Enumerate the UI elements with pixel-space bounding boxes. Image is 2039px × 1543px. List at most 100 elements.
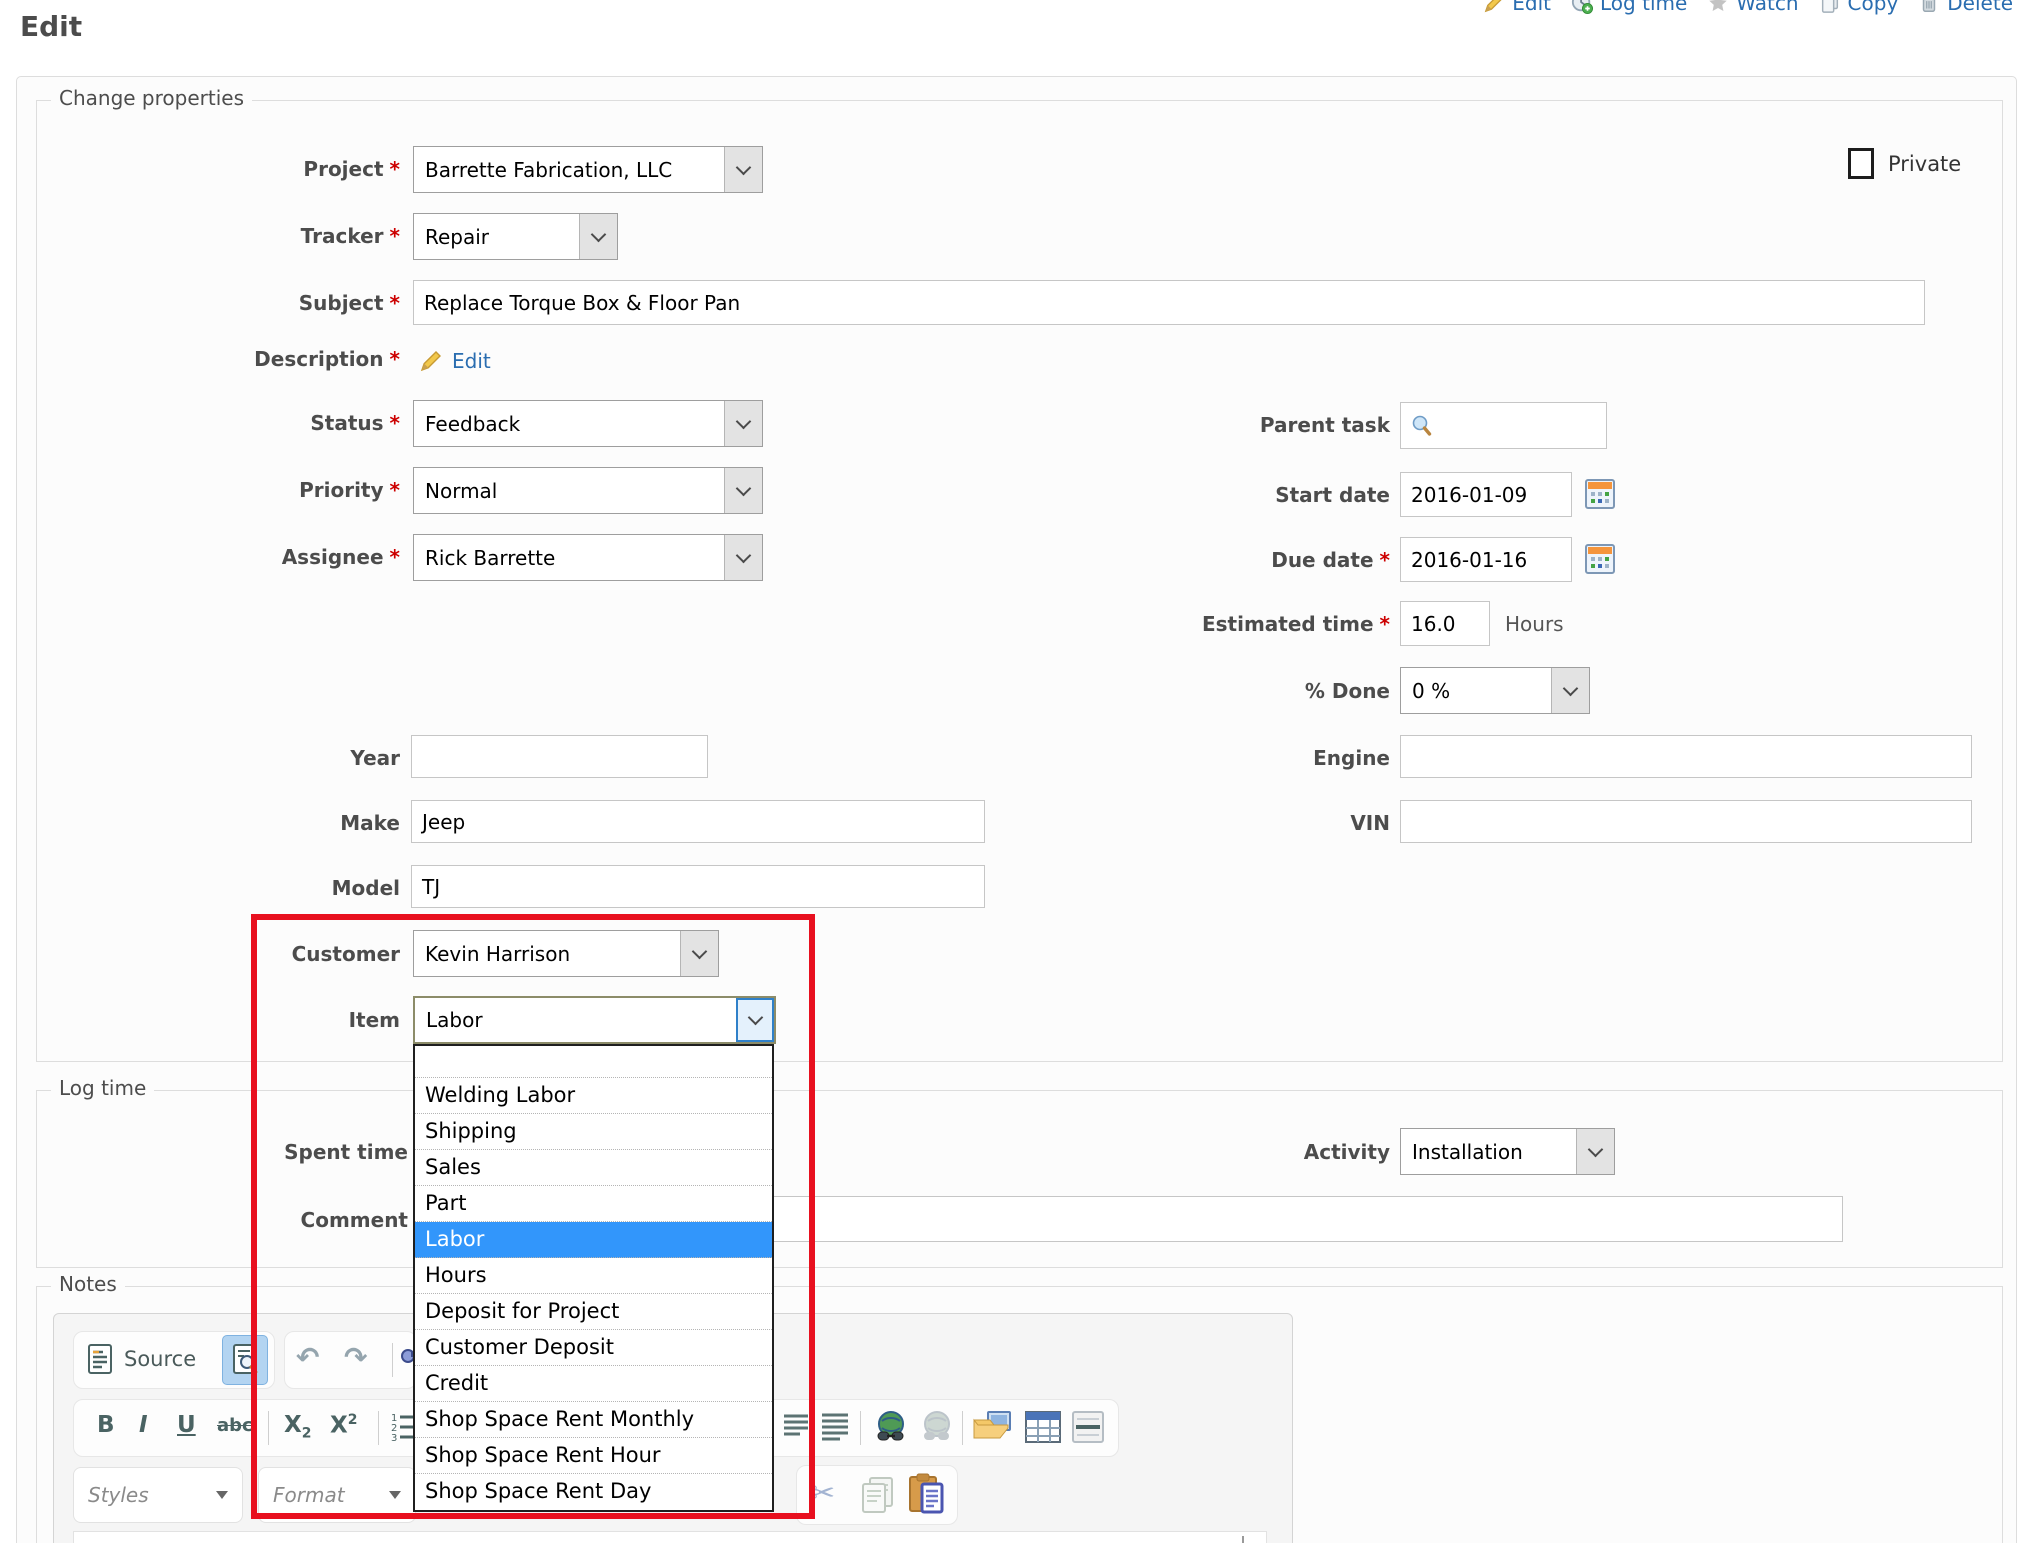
pencil-icon: [1483, 0, 1505, 14]
cut-button[interactable]: ✂: [810, 1476, 835, 1511]
project-select-arrow[interactable]: [724, 147, 762, 192]
paste-button-icon[interactable]: [906, 1472, 946, 1516]
year-label: Year: [40, 746, 400, 770]
chevron-down-icon: [591, 226, 607, 242]
undo-button[interactable]: ↶: [296, 1341, 319, 1374]
start-date-input[interactable]: 2016-01-09: [1400, 472, 1572, 517]
copy-action-link[interactable]: Copy: [1819, 0, 1899, 15]
edit-action-link[interactable]: Edit: [1483, 0, 1551, 15]
redo-button[interactable]: ↷: [344, 1341, 367, 1374]
dropdown-option[interactable]: Shop Space Rent Day: [415, 1474, 772, 1510]
preview-icon: [231, 1343, 259, 1377]
dropdown-option[interactable]: Shop Space Rent Monthly: [415, 1402, 772, 1438]
priority-select-arrow[interactable]: [724, 468, 762, 513]
assignee-select-arrow[interactable]: [724, 535, 762, 580]
source-button[interactable]: Source: [124, 1347, 196, 1371]
toolbar-divider: [392, 1343, 393, 1377]
search-icon: [1410, 414, 1434, 438]
copy-button-icon[interactable]: [858, 1474, 898, 1516]
log-time-action-link[interactable]: Log time: [1571, 0, 1687, 15]
estimated-time-input[interactable]: 16.0: [1400, 601, 1490, 646]
dropdown-option[interactable]: Deposit for Project: [415, 1294, 772, 1330]
dropdown-option[interactable]: Customer Deposit: [415, 1330, 772, 1366]
horizontal-rule-icon[interactable]: [1070, 1409, 1106, 1445]
chevron-down-icon: [1588, 1141, 1604, 1157]
private-label: Private: [1888, 152, 1961, 176]
subject-input[interactable]: Replace Torque Box & Floor Pan: [413, 280, 1925, 325]
log-time-action-label: Log time: [1600, 0, 1687, 15]
tracker-select-arrow[interactable]: [579, 214, 617, 259]
customer-select[interactable]: Kevin Harrison: [413, 930, 719, 977]
styles-dropdown[interactable]: Styles: [73, 1467, 243, 1523]
project-select[interactable]: Barrette Fabrication, LLC: [413, 146, 763, 193]
superscript-button[interactable]: X2: [330, 1412, 357, 1439]
customer-value: Kevin Harrison: [414, 931, 680, 976]
percent-done-select-arrow[interactable]: [1551, 668, 1589, 713]
activity-select-arrow[interactable]: [1576, 1129, 1614, 1174]
dropdown-option[interactable]: Part: [415, 1186, 772, 1222]
dropdown-option[interactable]: Hours: [415, 1258, 772, 1294]
trash-icon: [1918, 0, 1940, 14]
blockquote-icon[interactable]: [782, 1410, 810, 1444]
strikethrough-button[interactable]: abc: [217, 1415, 253, 1436]
dropdown-option[interactable]: Sales: [415, 1150, 772, 1186]
assignee-select[interactable]: Rick Barrette: [413, 534, 763, 581]
chevron-down-icon: [736, 159, 752, 175]
activity-select[interactable]: Installation: [1400, 1128, 1615, 1175]
format-dropdown-label: Format: [273, 1483, 345, 1507]
dropdown-option[interactable]: [415, 1046, 772, 1078]
item-select[interactable]: Labor: [413, 996, 776, 1044]
dropdown-option[interactable]: Shop Space Rent Hour: [415, 1438, 772, 1474]
project-value: Barrette Fabrication, LLC: [414, 147, 724, 192]
engine-input[interactable]: [1400, 735, 1972, 778]
make-input[interactable]: Jeep: [411, 800, 985, 843]
activity-value: Installation: [1401, 1129, 1576, 1174]
dropdown-option[interactable]: Shipping: [415, 1114, 772, 1150]
model-input[interactable]: TJ: [411, 865, 985, 908]
subscript-button[interactable]: X2: [284, 1412, 311, 1442]
preview-button[interactable]: [222, 1335, 268, 1385]
toolbar-divider: [962, 1411, 963, 1445]
italic-button[interactable]: I: [139, 1412, 148, 1438]
dropdown-option[interactable]: Welding Labor: [415, 1078, 772, 1114]
item-select-arrow[interactable]: [736, 998, 774, 1042]
description-edit-link[interactable]: Edit: [452, 349, 491, 373]
dropdown-option[interactable]: Credit: [415, 1366, 772, 1402]
required-marker: *: [390, 157, 400, 181]
tracker-value: Repair: [414, 214, 579, 259]
delete-action-link[interactable]: Delete: [1918, 0, 2013, 15]
item-value: Labor: [415, 998, 736, 1042]
watch-action-link[interactable]: Watch: [1707, 0, 1798, 15]
underline-button[interactable]: U: [177, 1412, 196, 1438]
scroll-up-icon[interactable]: [1242, 1536, 1244, 1543]
status-select-arrow[interactable]: [724, 401, 762, 446]
delete-action-label: Delete: [1947, 0, 2013, 15]
calendar-icon[interactable]: [1585, 478, 1615, 510]
assignee-value: Rick Barrette: [414, 535, 724, 580]
dropdown-option[interactable]: Labor: [415, 1222, 772, 1258]
div-container-icon[interactable]: [820, 1410, 850, 1444]
priority-select[interactable]: Normal: [413, 467, 763, 514]
status-select[interactable]: Feedback: [413, 400, 763, 447]
project-label: Project*: [40, 157, 400, 181]
tracker-select[interactable]: Repair: [413, 213, 618, 260]
image-icon[interactable]: [972, 1408, 1014, 1446]
required-marker: *: [390, 224, 400, 248]
chevron-up-icon: [1242, 1536, 1244, 1543]
year-input[interactable]: [411, 735, 708, 778]
private-checkbox[interactable]: [1848, 148, 1874, 179]
unlink-icon[interactable]: [918, 1408, 956, 1446]
format-dropdown[interactable]: Format: [258, 1467, 416, 1523]
customer-select-arrow[interactable]: [680, 931, 718, 976]
required-marker: *: [1380, 612, 1390, 636]
bold-button[interactable]: B: [97, 1412, 115, 1438]
notes-content-area[interactable]: [73, 1531, 1267, 1543]
percent-done-select[interactable]: 0 %: [1400, 667, 1590, 714]
calendar-icon[interactable]: [1585, 543, 1615, 575]
table-icon[interactable]: [1024, 1409, 1062, 1445]
status-value: Feedback: [414, 401, 724, 446]
due-date-input[interactable]: 2016-01-16: [1400, 537, 1572, 582]
vin-input[interactable]: [1400, 800, 1972, 843]
comment-label: Comment: [48, 1208, 408, 1232]
link-icon[interactable]: [872, 1408, 910, 1446]
